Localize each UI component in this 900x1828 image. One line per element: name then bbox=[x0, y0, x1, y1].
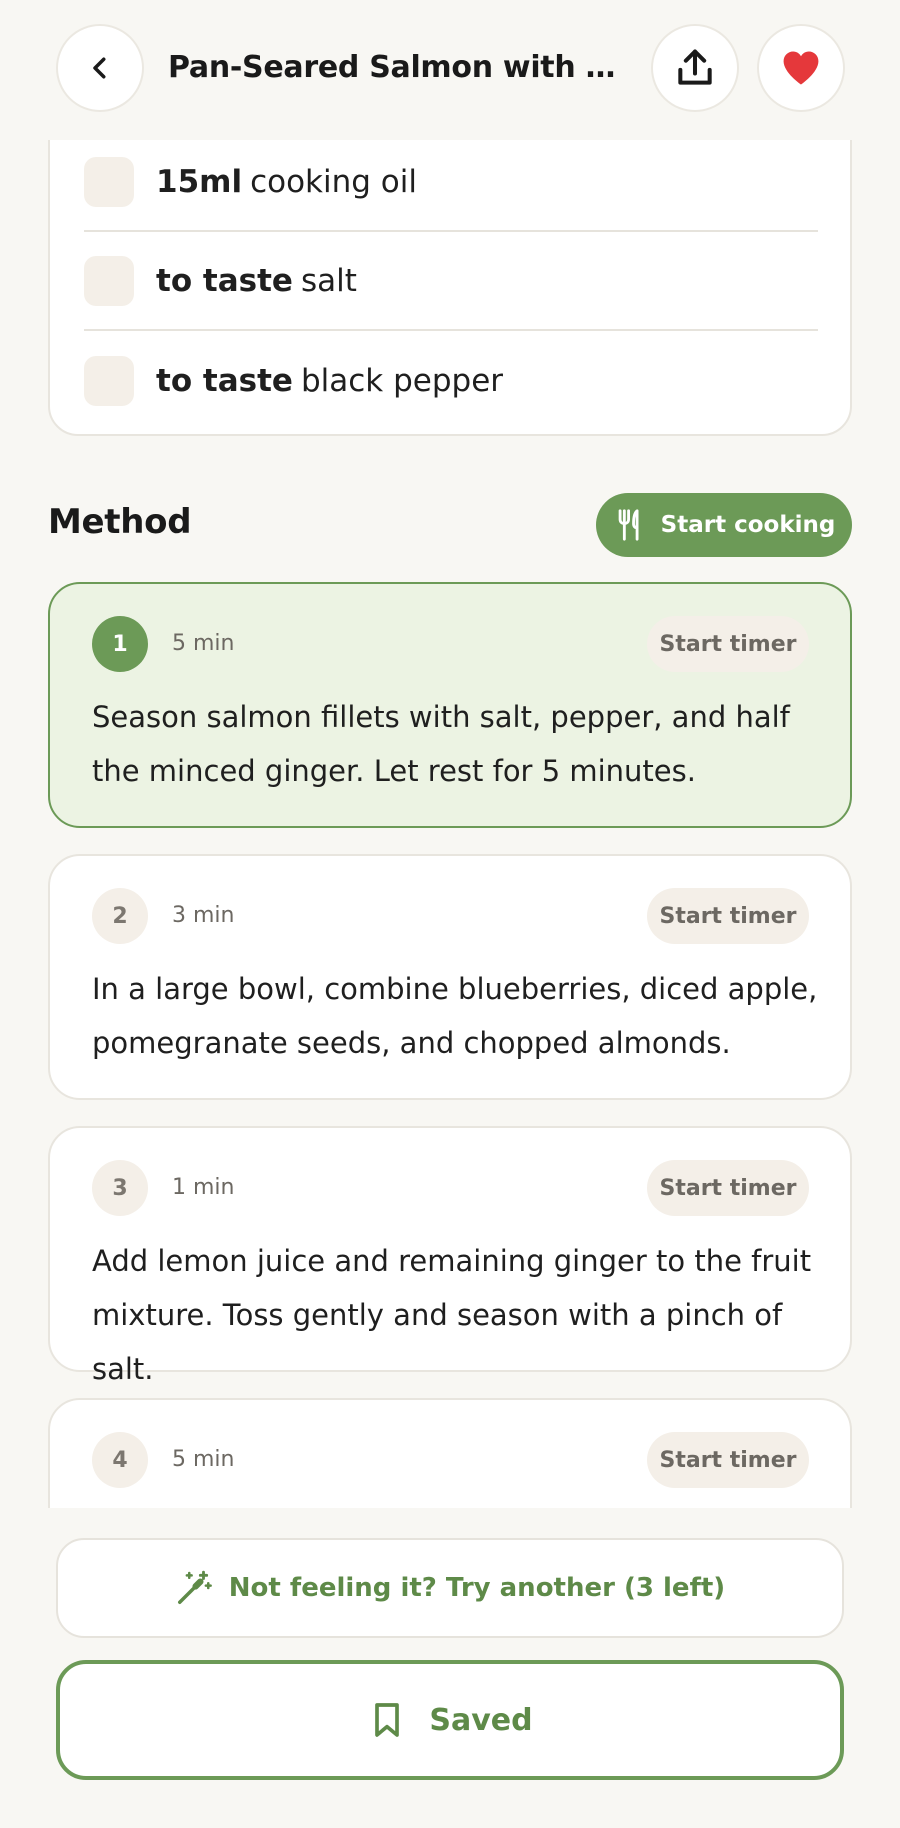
ingredient-name: cooking oil bbox=[250, 164, 417, 200]
favorite-button[interactable] bbox=[757, 24, 845, 112]
start-timer-button[interactable]: Start timer bbox=[647, 1160, 809, 1216]
chevron-left-icon bbox=[93, 57, 106, 79]
ingredient-checkbox[interactable] bbox=[84, 356, 134, 406]
heart-icon bbox=[783, 51, 819, 85]
ingredient-text: to taste black pepper bbox=[156, 363, 503, 399]
saved-button[interactable]: Saved bbox=[56, 1660, 844, 1780]
fork-knife-icon bbox=[618, 509, 639, 541]
method-heading: Method bbox=[48, 502, 192, 542]
magic-wand-icon bbox=[177, 1570, 212, 1604]
ingredient-name: black pepper bbox=[300, 363, 504, 399]
step-number: 2 bbox=[92, 888, 148, 944]
step-number: 3 bbox=[92, 1160, 148, 1216]
ingredient-name: salt bbox=[300, 263, 357, 299]
step-time: 3 min bbox=[172, 903, 235, 928]
step-text: In a large bowl, combine blueberries, di… bbox=[92, 972, 818, 1060]
step-time: 1 min bbox=[172, 1175, 235, 1200]
try-another-button[interactable]: Not feeling it? Try another (3 left) bbox=[56, 1538, 844, 1638]
step-text: Season salmon fillets with salt, pepper,… bbox=[92, 700, 790, 788]
start-timer-button[interactable]: Start timer bbox=[647, 1432, 809, 1488]
ingredient-checkbox[interactable] bbox=[84, 157, 134, 207]
ingredient-quantity: to taste bbox=[156, 263, 293, 299]
top-bar: Pan-Seared Salmon with Ginger Berry Sals… bbox=[0, 0, 900, 140]
start-cooking-button[interactable]: Start cooking bbox=[596, 493, 852, 557]
page-title: Pan-Seared Salmon with Ginger Berry Sals… bbox=[168, 50, 628, 85]
start-timer-button[interactable]: Start timer bbox=[647, 616, 809, 672]
step-number: 1 bbox=[92, 616, 148, 672]
ingredient-quantity: 15ml bbox=[156, 164, 243, 200]
start-timer-button[interactable]: Start timer bbox=[647, 888, 809, 944]
ingredient-text: 15ml cooking oil bbox=[156, 164, 417, 200]
back-button[interactable] bbox=[56, 24, 144, 112]
ingredient-row[interactable]: to taste salt bbox=[84, 233, 818, 331]
share-button[interactable] bbox=[651, 24, 739, 112]
step-time: 5 min bbox=[172, 1447, 235, 1472]
ingredient-row[interactable]: to taste black pepper bbox=[84, 332, 818, 430]
step-card[interactable]: 1 5 min Start timer Season salmon fillet… bbox=[48, 582, 852, 828]
step-card[interactable]: 2 3 min Start timer In a large bowl, com… bbox=[48, 854, 852, 1100]
try-another-label: Not feeling it? Try another (3 left) bbox=[228, 1573, 726, 1603]
share-upload-icon bbox=[678, 49, 712, 85]
step-card[interactable]: 3 1 min Start timer Add lemon juice and … bbox=[48, 1126, 852, 1386]
ingredient-quantity: to taste bbox=[156, 363, 293, 399]
ingredient-text: to taste salt bbox=[156, 263, 357, 299]
saved-label: Saved bbox=[429, 1702, 533, 1738]
step-time: 5 min bbox=[172, 631, 235, 656]
step-number: 4 bbox=[92, 1432, 148, 1488]
start-cooking-label: Start cooking bbox=[660, 512, 836, 538]
step-text: Add lemon juice and remaining ginger to … bbox=[92, 1244, 812, 1386]
bookmark-icon bbox=[375, 1703, 400, 1737]
ingredient-checkbox[interactable] bbox=[84, 256, 134, 306]
ingredient-row[interactable]: 15ml cooking oil bbox=[84, 134, 818, 232]
